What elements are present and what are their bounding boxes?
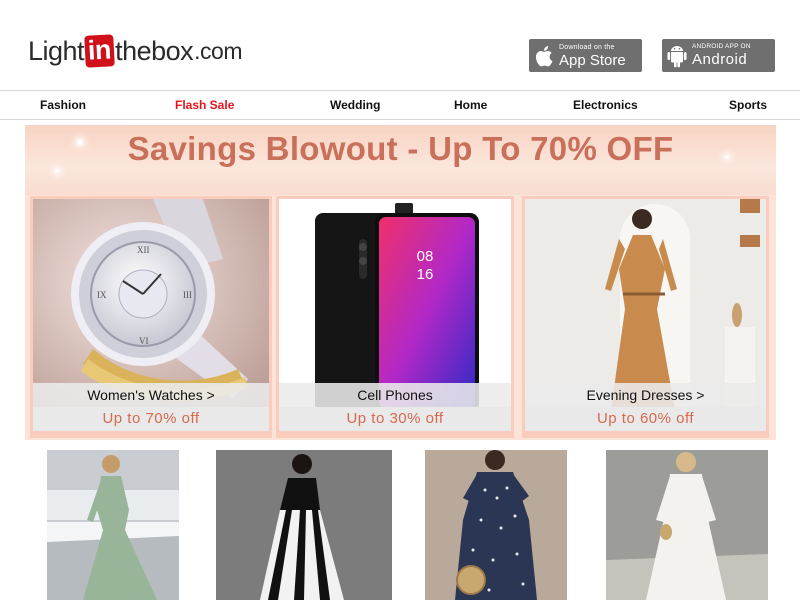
site-logo[interactable]: Light in thebox .com: [28, 34, 242, 68]
logo-text-light: Light: [28, 35, 85, 66]
apple-icon: [529, 45, 559, 67]
promo-card-evening-dresses[interactable]: Evening Dresses > Up to 60% off: [522, 196, 769, 438]
main-nav: Fashion Flash Sale Wedding Home Electron…: [0, 90, 800, 120]
promo-card-caption: Cell Phones: [279, 383, 511, 407]
womens-watch-image: XII III VI IX: [33, 199, 269, 410]
product-tile-navy-polka-dot-dress[interactable]: [425, 450, 567, 600]
sparkle-icon: [55, 169, 59, 173]
evening-dress-image: [525, 199, 766, 410]
nav-item-fashion[interactable]: Fashion: [40, 98, 86, 112]
svg-text:16: 16: [417, 266, 434, 283]
nav-item-wedding[interactable]: Wedding: [330, 98, 380, 112]
nav-item-home[interactable]: Home: [454, 98, 487, 112]
android-app-button[interactable]: ANDROID APP ON Android: [662, 39, 775, 72]
product-tile-sage-green-maxi-dress[interactable]: [47, 450, 179, 600]
promo-card-womens-watches[interactable]: XII III VI IX Women's Watches > Up to 70% o…: [30, 196, 272, 438]
site-header: Light in thebox .com Download on the App St…: [0, 0, 800, 90]
promo-card-caption: Evening Dresses >: [525, 383, 766, 407]
app-store-big-text: App Store: [559, 51, 626, 69]
cell-phone-image: 08 16: [279, 199, 511, 410]
logo-text-com: .com: [194, 37, 242, 64]
product-tile-white-lace-maxi-dress[interactable]: [606, 450, 768, 600]
svg-text:08: 08: [417, 248, 434, 265]
svg-text:III: III: [183, 290, 192, 300]
promo-header: Savings Blowout - Up To 70% OFF: [25, 125, 776, 195]
svg-text:VI: VI: [139, 336, 149, 346]
app-store-small-text: Download on the: [559, 43, 615, 51]
android-icon: [662, 44, 692, 68]
promo-card-cell-phones[interactable]: 08 16 Cell Phones Up to 30% off: [276, 196, 514, 438]
promo-card-caption: Women's Watches >: [33, 383, 269, 407]
promo-card-discount: Up to 60% off: [525, 407, 766, 431]
promo-card-discount: Up to 70% off: [33, 407, 269, 431]
app-store-button[interactable]: Download on the App Store: [529, 39, 642, 72]
promo-title: Savings Blowout - Up To 70% OFF: [127, 130, 674, 167]
nav-item-sports[interactable]: Sports: [729, 98, 767, 112]
android-small-text: ANDROID APP ON: [692, 42, 751, 50]
svg-text:XII: XII: [137, 245, 150, 255]
nav-item-electronics[interactable]: Electronics: [573, 98, 638, 112]
product-tile-black-white-striped-maxi-dress[interactable]: [216, 450, 392, 600]
android-big-text: Android: [692, 51, 748, 69]
logo-text-in: in: [84, 34, 115, 68]
promo-card-discount: Up to 30% off: [279, 407, 511, 431]
promo-banner[interactable]: Savings Blowout - Up To 70% OFF XII III …: [25, 125, 776, 440]
svg-text:IX: IX: [97, 290, 107, 300]
logo-text-thebox: thebox: [115, 35, 194, 66]
nav-item-flash-sale[interactable]: Flash Sale: [175, 98, 234, 112]
